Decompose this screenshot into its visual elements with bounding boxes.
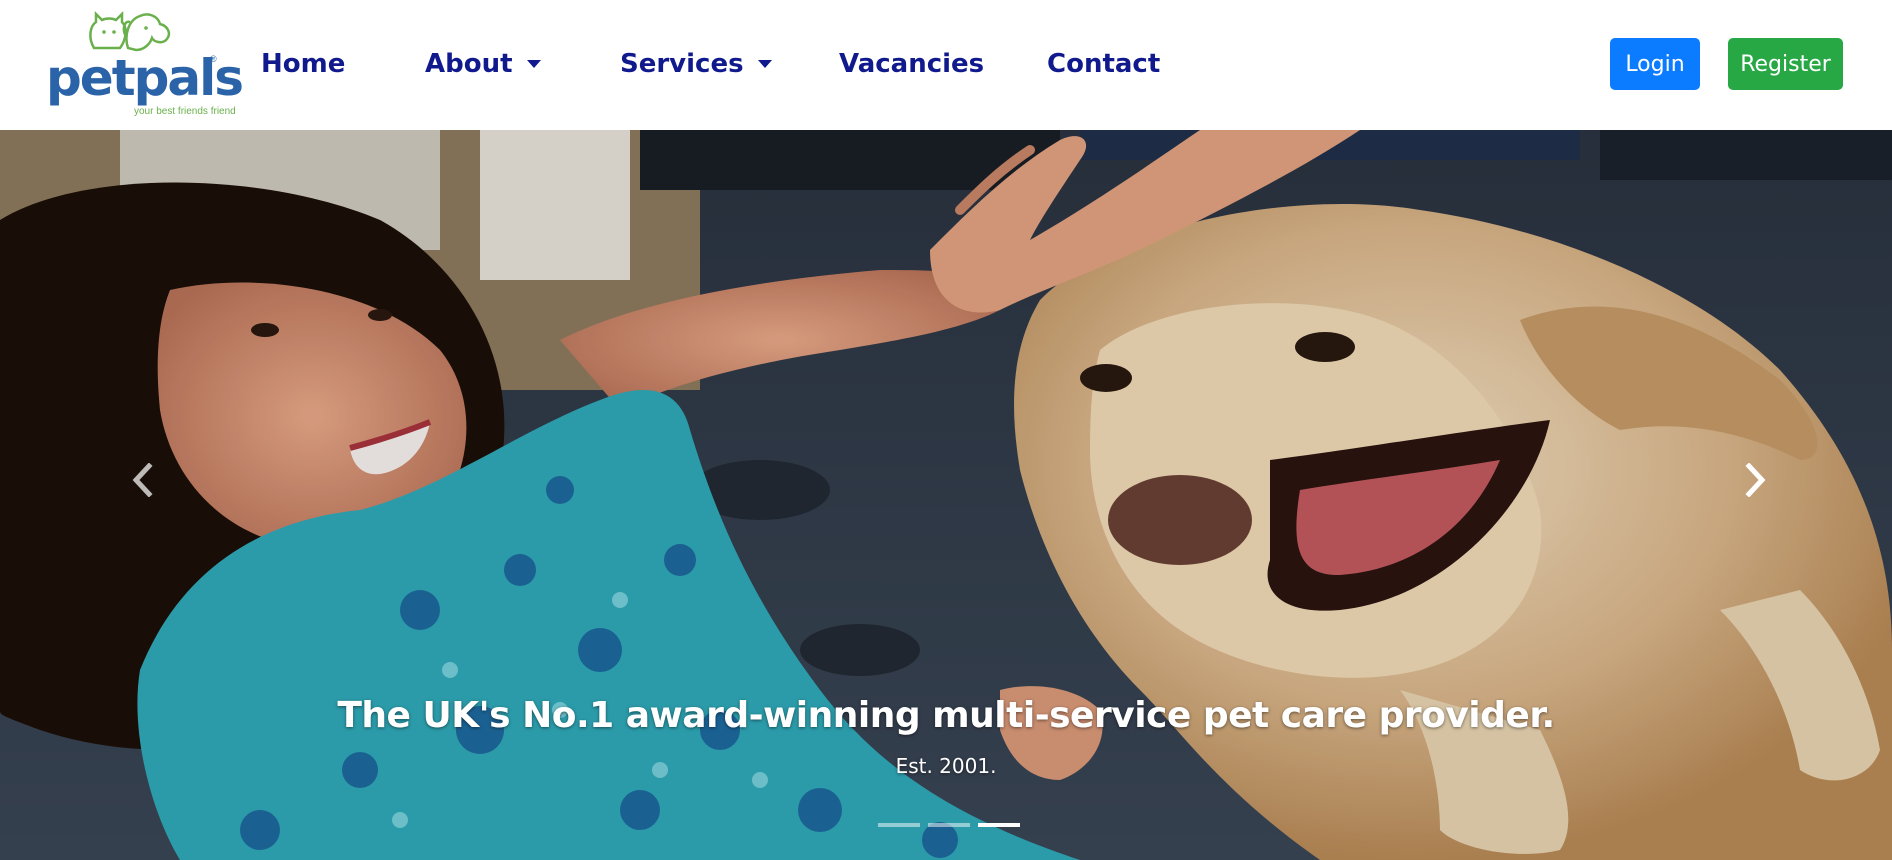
nav-contact[interactable]: Contact xyxy=(1047,44,1160,84)
nav-contact-label: Contact xyxy=(1047,49,1161,79)
carousel-indicator-1[interactable] xyxy=(878,823,920,827)
login-button[interactable]: Login xyxy=(1610,38,1700,90)
caret-down-icon xyxy=(526,60,541,68)
carousel-next-button[interactable] xyxy=(1726,450,1786,510)
carousel-indicator-2[interactable] xyxy=(928,823,970,827)
carousel-prev-button[interactable] xyxy=(112,450,172,510)
carousel-caption-subtitle: Est. 2001. xyxy=(895,754,997,778)
nav-about-label: About xyxy=(425,49,513,79)
nav-home-label: Home xyxy=(261,49,346,79)
nav-home[interactable]: Home xyxy=(261,44,345,84)
registered-mark: ® xyxy=(210,54,217,64)
caret-down-icon xyxy=(757,60,772,68)
nav-services-dropdown[interactable]: Services xyxy=(620,44,772,84)
chevron-left-icon xyxy=(132,463,153,497)
brand-tagline: your best friends friend xyxy=(134,106,236,117)
nav-vacancies-label: Vacancies xyxy=(839,49,985,79)
carousel-indicator-3[interactable] xyxy=(978,823,1020,827)
hero-carousel: The UK's No.1 award-winning multi-servic… xyxy=(0,130,1892,860)
nav-services-label: Services xyxy=(620,49,744,79)
petpals-logo[interactable]: petpals ® your best friends friend xyxy=(46,8,244,120)
chevron-right-icon xyxy=(1745,463,1766,497)
carousel-indicators xyxy=(878,823,1020,827)
navbar: petpals ® your best friends friend Home … xyxy=(0,0,1892,130)
carousel-caption-title: The UK's No.1 award-winning multi-servic… xyxy=(337,695,1555,736)
nav-about-dropdown[interactable]: About xyxy=(425,44,541,84)
nav-vacancies[interactable]: Vacancies xyxy=(839,44,984,84)
girl-petting-dog-photo xyxy=(0,130,1892,860)
register-button[interactable]: Register xyxy=(1728,38,1843,90)
